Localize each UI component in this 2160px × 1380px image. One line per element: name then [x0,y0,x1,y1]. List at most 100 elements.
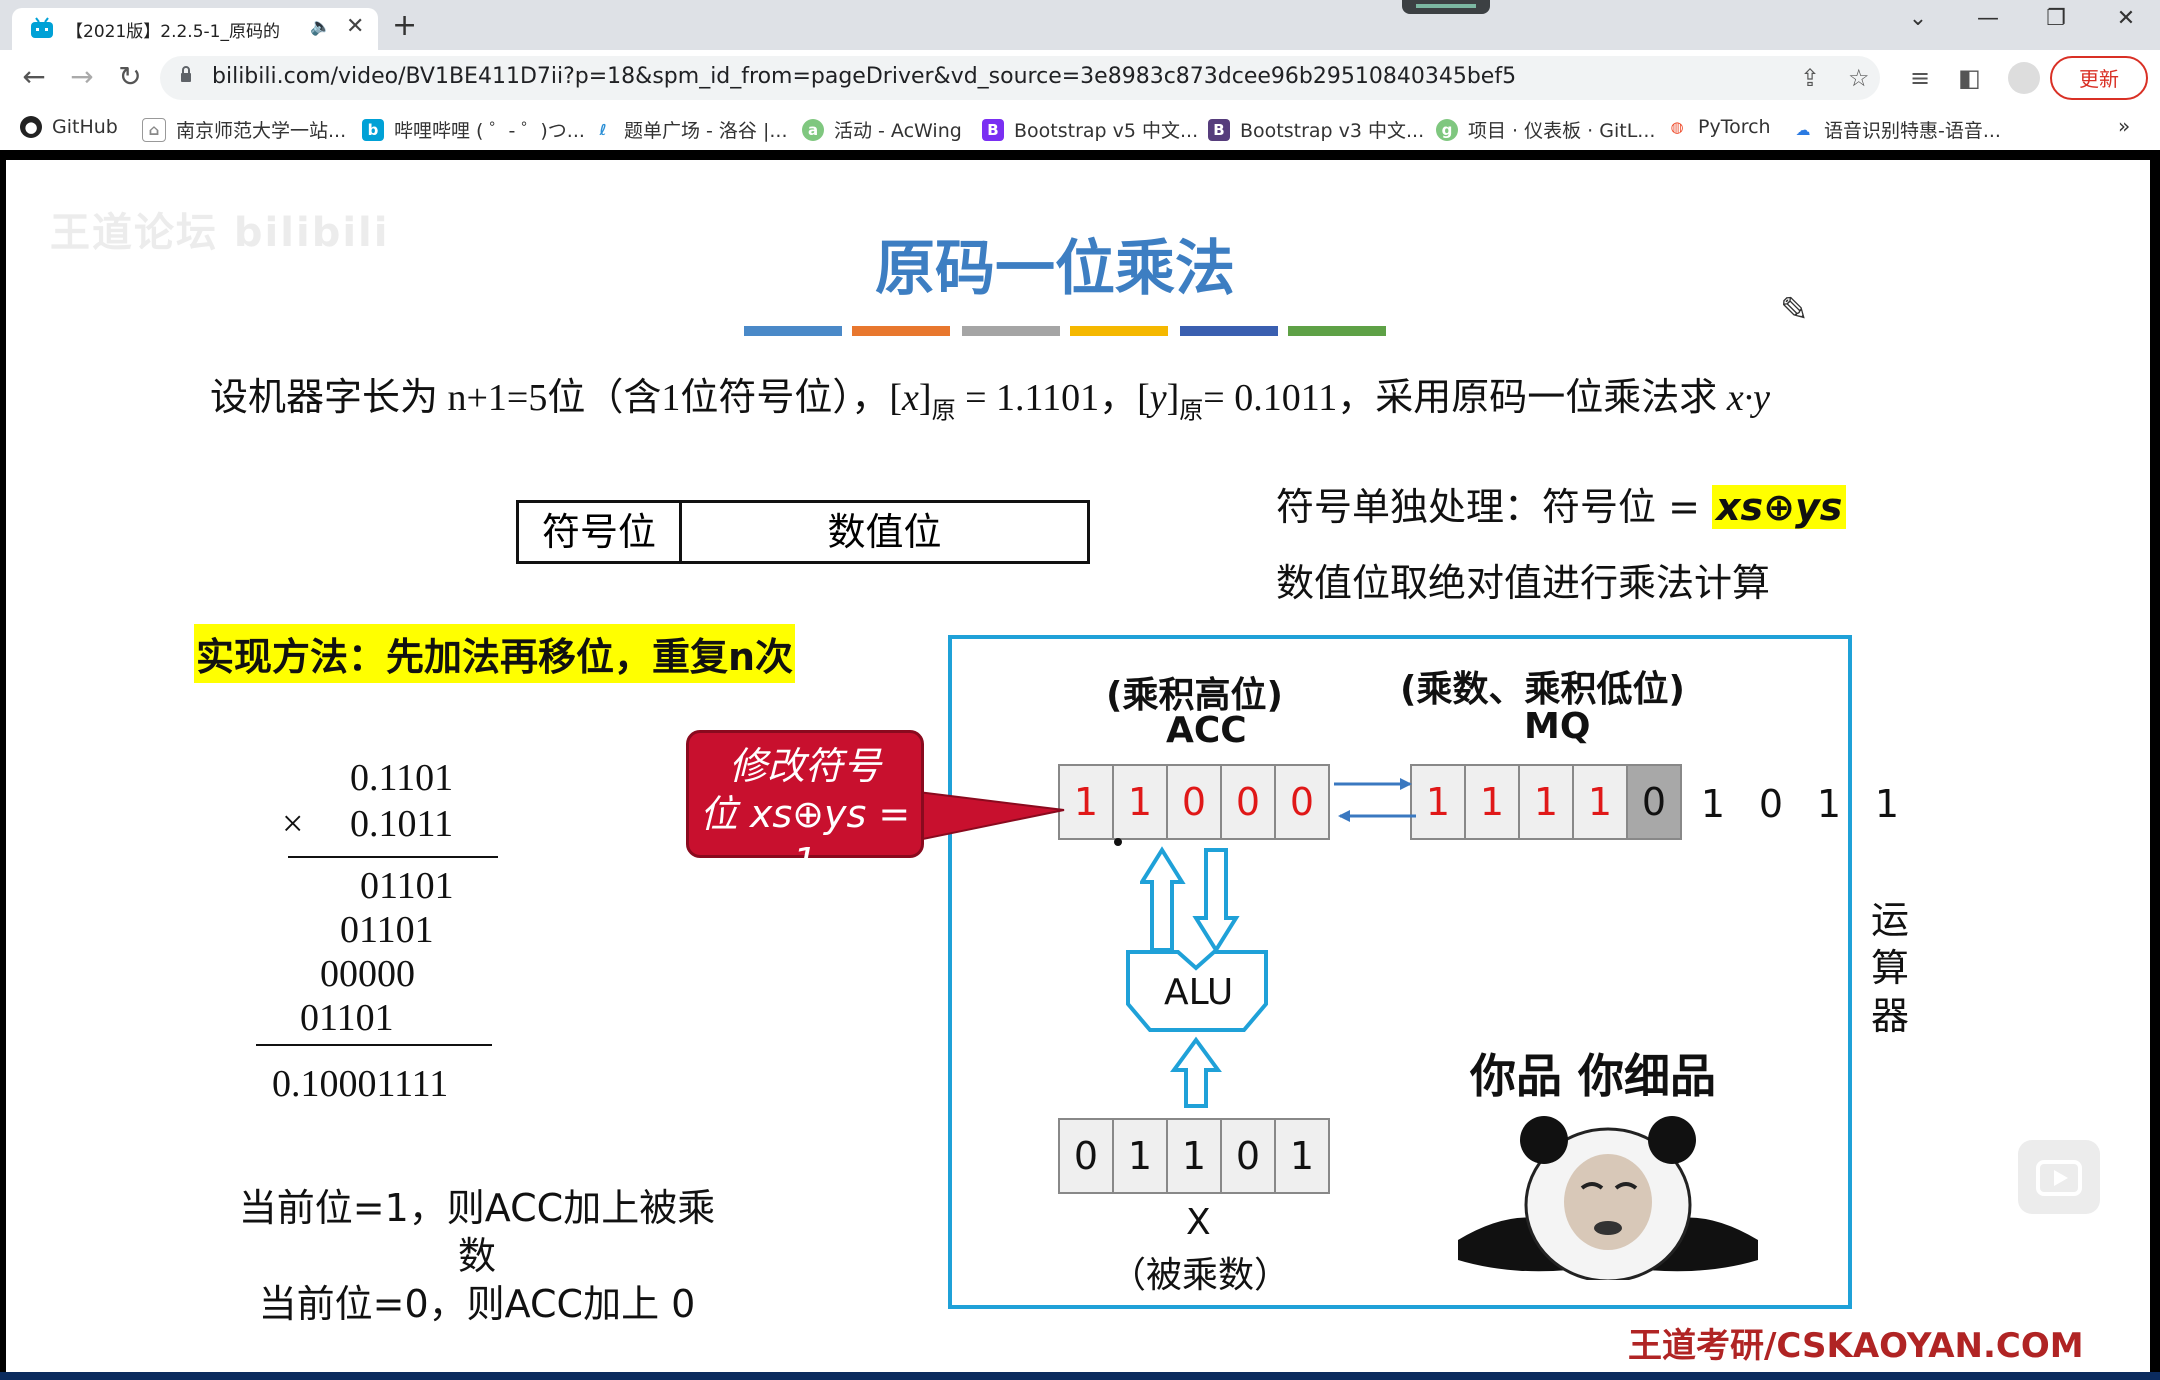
title-color-bar [744,326,842,336]
operator-label: 运算器 [1870,898,1909,1038]
callout-text: 修改符号 位 xs⊕ys = 1 [699,744,911,884]
bootstrap-icon: B [982,118,1004,141]
video-progress-strip[interactable] [0,1372,2160,1380]
acc-bit: 0 [1274,764,1330,840]
acc-register: 1 1 0 0 0 [1058,764,1330,840]
format-box: 符号位 数值位 [516,500,1090,564]
window-close-icon[interactable]: ✕ [2106,6,2146,31]
rule-line: 当前位=1，则ACC加上被乘数 [238,1186,716,1278]
acwing-icon: a [802,118,824,141]
bookmark-item[interactable]: ℓ 题单广场 - 洛谷 |... [592,116,788,143]
times-sign: × [282,803,304,845]
callout-pointer [918,790,1065,842]
multiplier: 0.1011 [350,803,454,845]
x-register: 0 1 1 0 1 [1058,1118,1330,1194]
tab-close-icon[interactable]: ✕ [346,14,364,39]
problem-statement: 设机器字长为 n+1=5位（含1位符号位），[x]原 = 1.1101，[y]原… [210,377,1771,425]
calc-rule [288,856,498,858]
panda-meme-image [1458,1116,1758,1280]
bookmark-item[interactable]: ◍ PyTorch [1666,116,1771,138]
acc-bit: 0 [1220,764,1276,840]
reload-icon[interactable]: ↻ [110,60,150,93]
calc-result: 0.10001111 [272,1063,449,1105]
bookmark-item[interactable]: ● GitHub [20,116,118,138]
share-icon[interactable]: ⇪ [1800,64,1820,92]
brand-footer: 王道考研/CSKAOYAN.COM [1628,1326,2084,1366]
minimize-icon[interactable]: — [1968,6,2008,31]
bookmark-item[interactable]: g 项目 · 仪表板 · GitL... [1436,116,1655,143]
mq-register: 1 1 1 1 0 [1410,764,1682,840]
title-color-bar [852,326,950,336]
play-icon [2036,1160,2082,1196]
github-icon: ● [20,116,42,138]
bilibili-icon: b [362,118,384,141]
alu-label: ALU [1164,972,1234,1013]
new-tab-button[interactable]: + [392,8,417,43]
acc-label: ACC [1166,710,1247,751]
bookmark-item[interactable]: a 活动 - AcWing [802,116,962,143]
speaker-mute-icon[interactable]: 🔈 [310,17,331,37]
url-text[interactable]: bilibili.com/video/BV1BE411D7ii?p=18&spm… [212,64,1516,89]
reading-list-icon[interactable]: ≡ [1910,64,1930,92]
partial-product: 01101 [340,909,434,951]
mq-bit: 1 [1572,764,1628,840]
bookmark-item[interactable]: ⌂ 南京师范大学一站... [142,116,346,143]
bookmark-item[interactable]: B Bootstrap v5 中文... [982,116,1198,143]
forward-arrow-icon[interactable]: → [62,60,102,93]
sign-bit-cell: 符号位 [519,503,682,561]
pytorch-icon: ◍ [1666,116,1688,138]
mq-bit: 0 [1626,764,1682,840]
partial-product: 00000 [320,953,415,995]
bootstrap-icon: B [1208,118,1230,141]
x-label: X [1186,1202,1211,1243]
rule-line: 当前位=0，则ACC加上 0 [258,1282,696,1326]
acc-bit: 0 [1166,764,1222,840]
cloud-icon: ☁ [1792,118,1814,141]
mq-label: MQ [1524,706,1591,747]
pencil-icon[interactable]: ✎ [1780,290,1809,330]
restore-icon[interactable]: ❐ [2036,6,2076,31]
rule-text: 当前位=1，则ACC加上被乘数 当前位=0，则ACC加上 0 [222,1184,732,1328]
bookmark-item[interactable]: b 哔哩哔哩 ( ゜- ゜)つ... [362,116,585,143]
bookmark-item[interactable]: ☁ 语音识别特惠-语音... [1792,116,2001,143]
abs-note: 数值位取绝对值进行乘法计算 [1276,561,1771,605]
sign-note: 符号单独处理：符号位 = xs⊕ys [1276,476,1847,531]
value-bits-cell: 数值位 [827,510,942,554]
back-arrow-icon[interactable]: ← [14,60,54,93]
update-button[interactable]: 更新 [2050,56,2148,100]
shifted-bit: 1 [1816,782,1842,826]
profile-avatar-icon[interactable] [2008,62,2040,94]
mq-bit: 1 [1464,764,1520,840]
alu-acc-arrows [1140,846,1240,954]
tab-title: 【2021版】2.2.5-1_原码的 [66,22,280,42]
x-caption: （被乘数） [1110,1255,1291,1296]
partial-product: 01101 [360,865,454,907]
side-panel-icon[interactable]: ◧ [1958,64,1981,92]
partial-product: 01101 [300,997,394,1039]
x-bit: 0 [1220,1118,1276,1194]
play-overlay-button[interactable] [2018,1140,2100,1214]
bookmark-star-icon[interactable]: ☆ [1848,64,1870,92]
title-color-bar [962,326,1060,336]
calc-rule [256,1044,492,1046]
luogu-icon: ℓ [592,118,614,141]
x-bit: 1 [1274,1118,1330,1194]
shifted-bit: 1 [1700,782,1726,826]
title-color-bar [1288,326,1386,336]
lock-icon [181,66,191,82]
x-bit: 1 [1112,1118,1168,1194]
house-icon: ⌂ [142,117,166,142]
cursor-dot [1114,838,1122,846]
bookmark-item[interactable]: B Bootstrap v3 中文... [1208,116,1424,143]
sign-formula: xs⊕ys [1712,485,1847,529]
active-tab[interactable]: 【2021版】2.2.5-1_原码的 🔈 ✕ [12,8,378,50]
bookmarks-bar: ● GitHub ⌂ 南京师范大学一站... b 哔哩哔哩 ( ゜- ゜)つ..… [0,106,2160,151]
bookmarks-more-icon[interactable]: » [2118,114,2130,138]
tab-search-icon[interactable]: ⌄ [1898,6,1938,31]
title-color-bar [1180,326,1278,336]
media-indicator[interactable] [1402,0,1490,14]
shifted-out-bits: 1 0 1 1 [1684,782,1916,826]
x-bit: 1 [1166,1118,1222,1194]
gitlab-icon: g [1436,118,1458,141]
mq-bit: 1 [1518,764,1574,840]
